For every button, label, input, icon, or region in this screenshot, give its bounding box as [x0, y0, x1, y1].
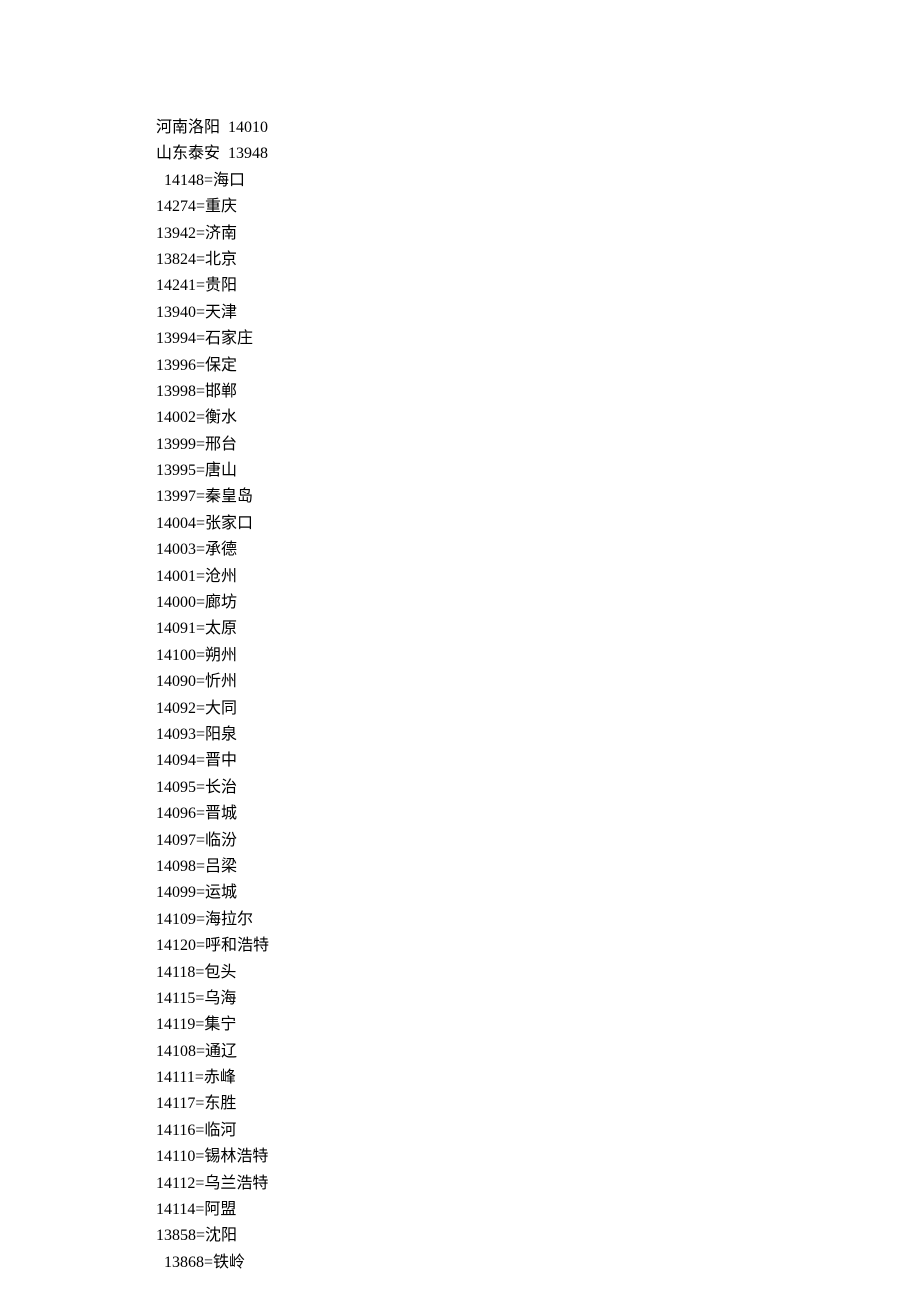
text-line: 山东泰安 13948 — [156, 141, 920, 167]
text-line: 14117=东胜 — [156, 1091, 920, 1117]
text-line: 14093=阳泉 — [156, 722, 920, 748]
text-line: 14091=太原 — [156, 616, 920, 642]
text-line: 14001=沧州 — [156, 564, 920, 590]
text-line: 14004=张家口 — [156, 511, 920, 537]
text-line: 14114=阿盟 — [156, 1197, 920, 1223]
text-line: 河南洛阳 14010 — [156, 115, 920, 141]
text-line: 13999=邢台 — [156, 432, 920, 458]
text-line: 14112=乌兰浩特 — [156, 1171, 920, 1197]
text-line: 14119=集宁 — [156, 1012, 920, 1038]
text-line: 13994=石家庄 — [156, 326, 920, 352]
text-line: 14120=呼和浩特 — [156, 933, 920, 959]
text-line: 14109=海拉尔 — [156, 907, 920, 933]
text-line: 14148=海口 — [156, 168, 920, 194]
text-line: 14100=朔州 — [156, 643, 920, 669]
text-line: 14092=大同 — [156, 696, 920, 722]
text-line: 13868=铁岭 — [156, 1250, 920, 1276]
text-line: 13995=唐山 — [156, 458, 920, 484]
text-line: 14099=运城 — [156, 880, 920, 906]
text-line: 13942=济南 — [156, 221, 920, 247]
text-line: 13998=邯郸 — [156, 379, 920, 405]
text-line: 14096=晋城 — [156, 801, 920, 827]
document-body: 河南洛阳 14010山东泰安 1394814148=海口14274=重庆1394… — [156, 115, 920, 1276]
text-line: 14241=贵阳 — [156, 273, 920, 299]
text-line: 14094=晋中 — [156, 748, 920, 774]
text-line: 14116=临河 — [156, 1118, 920, 1144]
text-line: 14274=重庆 — [156, 194, 920, 220]
text-line: 14097=临汾 — [156, 828, 920, 854]
text-line: 14110=锡林浩特 — [156, 1144, 920, 1170]
text-line: 14098=吕梁 — [156, 854, 920, 880]
text-line: 14111=赤峰 — [156, 1065, 920, 1091]
text-line: 14003=承德 — [156, 537, 920, 563]
text-line: 13824=北京 — [156, 247, 920, 273]
text-line: 14095=长治 — [156, 775, 920, 801]
text-line: 14108=通辽 — [156, 1039, 920, 1065]
text-line: 14118=包头 — [156, 960, 920, 986]
text-line: 14115=乌海 — [156, 986, 920, 1012]
text-line: 14000=廊坊 — [156, 590, 920, 616]
text-line: 13858=沈阳 — [156, 1223, 920, 1249]
text-line: 13940=天津 — [156, 300, 920, 326]
text-line: 13997=秦皇岛 — [156, 484, 920, 510]
text-line: 13996=保定 — [156, 353, 920, 379]
text-line: 14002=衡水 — [156, 405, 920, 431]
text-line: 14090=忻州 — [156, 669, 920, 695]
